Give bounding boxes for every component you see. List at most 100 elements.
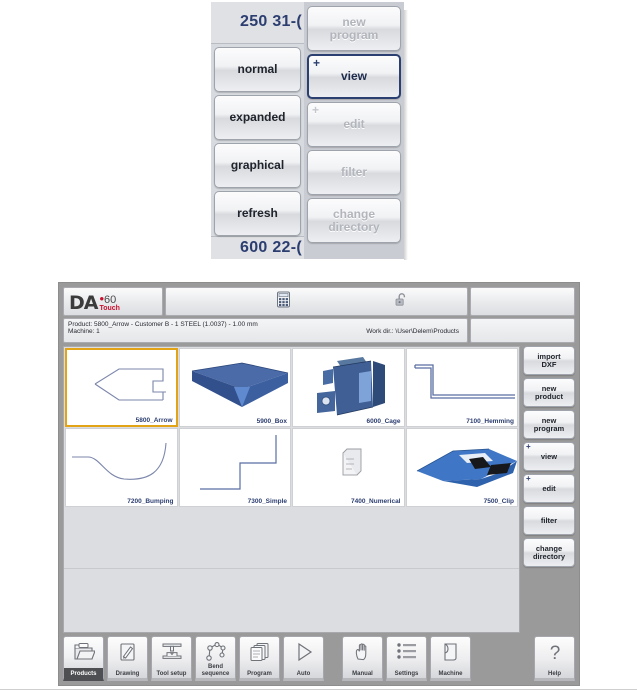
action-sidebar: import DXF new product new program + view + edit f… [523,346,575,633]
button-label: filter [540,515,558,525]
nav-label: Settings [394,670,419,677]
nav-button-settings[interactable]: Settings [386,636,427,681]
nav-button-machine[interactable]: Machine [430,636,471,681]
calculator-icon[interactable] [276,291,290,312]
product-cell-7300-simple[interactable]: 7300_Simple [178,428,291,507]
product-cell-5800-arrow[interactable]: 5800_Arrow [65,348,178,427]
brand-logo: DA •60 Touch [63,287,163,316]
product-grid-empty-area [64,508,519,632]
overlay-button-panel: 250 31-( normal expanded graphical refresh … [211,2,404,259]
info-right-panel [470,318,575,343]
readout-top: 250 31-( [211,2,304,44]
product-label: 7400_Numerical [350,498,401,505]
overlay-button-normal[interactable]: normal [214,46,301,92]
product-label: 5800_Arrow [135,417,173,424]
sidebar-button-filter[interactable]: filter [523,506,575,535]
screenshot-root: 250 31-( normal expanded graphical refresh … [0,0,637,697]
overlay-button-view[interactable]: + view [307,54,401,99]
nav-label: Drawing [115,670,140,677]
nav-button-products[interactable]: Products [63,636,104,681]
product-cell-7500-clip[interactable]: 7500_Clip [405,428,518,507]
plus-icon: + [312,103,320,117]
play-icon [294,642,314,667]
svg-text:?: ? [549,643,560,662]
product-cell-7100-hemming[interactable]: 7100_Hemming [405,348,518,427]
button-label: import DXF [537,351,561,369]
sidebar-button-edit[interactable]: + edit [523,474,575,503]
grid-separator [64,568,519,569]
overlay-button-expanded[interactable]: expanded [214,94,301,140]
nav-label: Tool setup [156,670,187,677]
nav-button-manual[interactable]: Manual [342,636,383,681]
info-main: Product: 5800_Arrow - Customer B - 1 STE… [63,318,468,343]
overlay-button-filter: filter [307,150,401,195]
info-workdir-line: Work dir.: \User\Delem\Products [366,328,459,335]
sidebar-button-new-product[interactable]: new product [523,378,575,407]
plus-icon: + [526,442,531,451]
button-label: edit [542,483,556,493]
product-browser: 5800_Arrow 5900_Box 6000_Cage 7100_Hemming 7… [63,346,520,633]
hand-icon [353,642,373,667]
bottom-navigation: Products Drawing Tool setup Bend sequence Pro… [63,636,575,681]
product-cell-7400-numerical[interactable]: 7400_Numerical [292,428,405,507]
info-product-line: Product: 5800_Arrow - Customer B - 1 STE… [68,321,258,328]
button-label: change directory [328,206,380,234]
nav-label: Machine [438,670,463,677]
info-machine-line: Machine: 1 [68,328,100,335]
sidebar-button-change-directory[interactable]: change directory [523,538,575,567]
button-label: change directory [532,543,566,561]
nav-button-help[interactable]: ? Help [534,636,575,681]
nav-gap [327,636,339,681]
product-cell-6000-cage[interactable]: 6000_Cage [292,348,405,427]
product-label: 6000_Cage [366,418,401,425]
nav-label: Help [547,670,561,677]
overlay-button-refresh[interactable]: refresh [214,190,301,236]
tool-die-icon [160,642,184,667]
overlay-shadow [404,10,408,260]
product-label: 7500_Clip [483,498,514,505]
nav-label: Auto [296,670,311,677]
product-label: 7100_Hemming [466,418,514,425]
app-body: 5800_Arrow 5900_Box 6000_Cage 7100_Hemming 7… [63,346,575,633]
nav-button-bend-sequence[interactable]: Bend sequence [195,636,236,681]
overlay-button-edit: + edit [307,102,401,147]
button-label: graphical [230,157,285,172]
button-label: refresh [237,205,278,220]
machine-page-icon [441,642,461,667]
plus-icon: + [526,474,531,483]
sidebar-button-import-dxf[interactable]: import DXF [523,346,575,375]
overlay-right-column: new program + view + edit filter change director… [304,2,404,259]
folder-icon [73,642,96,667]
question-icon: ? [546,642,564,667]
plus-icon: + [313,56,321,70]
nav-button-auto[interactable]: Auto [283,636,324,681]
application-window: DA •60 Touch Product: 5800_Arrow - Custo… [58,282,580,686]
sidebar-button-new-program[interactable]: new program [523,410,575,439]
button-label: filter [340,165,367,180]
overlay-button-graphical[interactable]: graphical [214,142,301,188]
overlay-left-buttons: normal expanded graphical refresh [211,44,304,236]
button-label: normal [237,61,278,76]
product-cell-5900-box[interactable]: 5900_Box [178,348,291,427]
readout-bottom: 600 22-( [211,235,304,259]
overlay-left-column: 250 31-( normal expanded graphical refresh … [211,2,304,259]
overlay-right-buttons: new program + view + edit filter change director… [304,2,404,243]
product-label: 7300_Simple [247,498,287,505]
page-divider [0,689,637,690]
header-icon-bar [165,287,468,316]
nav-button-program[interactable]: Program [239,636,280,681]
button-label: edit [343,117,365,132]
unlock-icon[interactable] [395,292,408,312]
button-label: expanded [229,109,286,124]
nav-button-drawing[interactable]: Drawing [107,636,148,681]
nav-button-tool-setup[interactable]: Tool setup [151,636,192,681]
product-cell-7200-bumping[interactable]: 7200_Bumping [65,428,178,507]
button-label: new program [329,14,379,42]
button-label: new product [535,383,563,401]
pages-icon [249,642,271,667]
sidebar-button-view[interactable]: + view [523,442,575,471]
nav-label: Products [70,670,97,677]
logo-sub: Touch [99,304,120,312]
nav-label: Manual [352,670,373,677]
list-icon [396,642,418,665]
